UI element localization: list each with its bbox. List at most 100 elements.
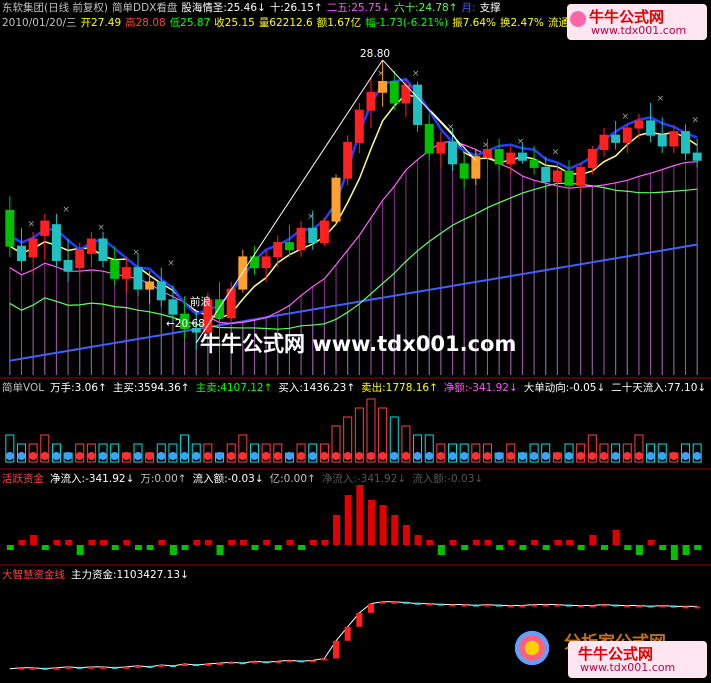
fund-bar	[228, 540, 236, 545]
candle-body	[436, 141, 446, 154]
header.line1-item: 月:	[461, 2, 476, 14]
header.line2-item: 幅-1.73(-6.21%)	[365, 17, 449, 29]
smart-money-bar	[507, 605, 514, 608]
signal-dot	[180, 452, 189, 460]
smart-money-bar	[18, 667, 25, 670]
signal-dot	[168, 452, 177, 460]
candle-body	[599, 134, 609, 151]
signal-dot	[29, 452, 38, 460]
candle-body	[576, 166, 586, 186]
candle-body	[692, 152, 702, 161]
fund-bar	[554, 540, 562, 545]
smart_panel.items-item: 主力资金:1103427.13↓	[71, 569, 189, 581]
fund-bar	[134, 545, 142, 550]
vol_panel.items-item: 二十天流入:77.10↓	[611, 382, 707, 394]
fund-bar	[507, 540, 515, 545]
candle-body	[51, 224, 61, 261]
smart-money-bar	[333, 640, 340, 659]
signal-dot	[623, 452, 632, 460]
fund_panel.items-item: 净流入:-341.92↓	[50, 473, 135, 485]
header.line1-item: 支撑	[479, 2, 501, 14]
signal-dot	[436, 452, 445, 460]
active-funds-panel	[6, 485, 702, 560]
cross-marker: ×	[62, 205, 70, 215]
signal-dot	[495, 452, 504, 460]
fund-bar	[76, 545, 84, 555]
signal-dot	[308, 452, 317, 460]
fund-bar	[531, 540, 539, 545]
fund-bar	[670, 545, 678, 560]
smart-money-bar	[542, 604, 549, 607]
fund-bar	[624, 545, 632, 550]
signal-dot	[332, 452, 341, 460]
signal-dot	[565, 452, 574, 460]
cross-marker: ×	[657, 94, 665, 104]
smart-money-bar	[449, 604, 456, 607]
fund-bar	[577, 545, 585, 550]
signal-dot	[133, 452, 142, 460]
smart-money-bar	[158, 664, 165, 667]
cross-marker: ×	[412, 69, 420, 79]
signal-dot	[64, 452, 73, 460]
cross-marker: ×	[307, 212, 315, 222]
signal-dot	[110, 452, 119, 460]
header.line1-item: 股海情圣:25.46↓	[181, 2, 266, 14]
smart-money-bar	[146, 665, 153, 668]
fund-bar	[402, 525, 410, 545]
signal-dot	[366, 452, 375, 460]
signal-dot	[588, 452, 597, 460]
signal-dot	[273, 452, 282, 460]
signal-dot	[506, 452, 515, 460]
smart-money-bar	[647, 605, 654, 608]
smart_panel.items-item: 大智慧资金线	[2, 569, 65, 581]
smart-money-bar	[379, 601, 386, 604]
signal-dot	[518, 452, 527, 460]
fund-bar	[65, 540, 73, 545]
candle-body	[448, 141, 458, 165]
fund-bar	[647, 540, 655, 545]
smart-money-bar	[251, 661, 258, 664]
candle-body	[40, 220, 50, 236]
ma-10-line	[9, 93, 698, 320]
candle-body	[482, 149, 492, 158]
signal-dot	[681, 452, 690, 460]
fund-bar	[111, 545, 119, 550]
signal-dot	[343, 452, 352, 460]
candle-body	[110, 259, 120, 279]
candle-body	[168, 299, 178, 315]
smart-money-bar	[274, 661, 281, 664]
fund-bar	[286, 540, 294, 545]
header.line1-item: 十:26.15↑	[269, 2, 323, 14]
trend-line	[195, 59, 384, 344]
signal-dot	[203, 452, 212, 460]
candle-body	[121, 267, 131, 279]
smart-money-bar	[554, 604, 561, 607]
vol_panel.items-item: 卖出:1778.16↑	[361, 382, 438, 394]
signal-dot	[425, 452, 434, 460]
signal-dot	[576, 452, 585, 460]
smart-money-bar	[670, 605, 677, 608]
flower-icon	[512, 628, 552, 668]
candle-body	[86, 238, 96, 254]
candle-body	[133, 267, 143, 290]
fund-bar	[321, 540, 329, 545]
candle-body	[424, 123, 434, 154]
candle-body	[506, 152, 516, 165]
smart-money-bar	[600, 604, 607, 607]
smart-money-bar	[624, 605, 631, 608]
header.line1-item: 二五:25.75↓	[326, 2, 391, 14]
candle-body	[529, 159, 539, 168]
fund-bar	[193, 540, 201, 545]
signal-dot	[297, 452, 306, 460]
smart-money-bar	[519, 605, 526, 608]
candle-body	[28, 238, 38, 258]
header.line2-item: 收25.15	[214, 17, 255, 29]
fund-bar	[379, 505, 387, 545]
signal-dot	[145, 452, 154, 460]
smart-money-bar	[461, 604, 468, 607]
signal-dot	[541, 452, 550, 460]
smart-money-bar	[88, 666, 95, 669]
smart-money-bar	[356, 612, 363, 627]
fund-bar	[169, 545, 177, 555]
fund-bar	[274, 545, 282, 550]
